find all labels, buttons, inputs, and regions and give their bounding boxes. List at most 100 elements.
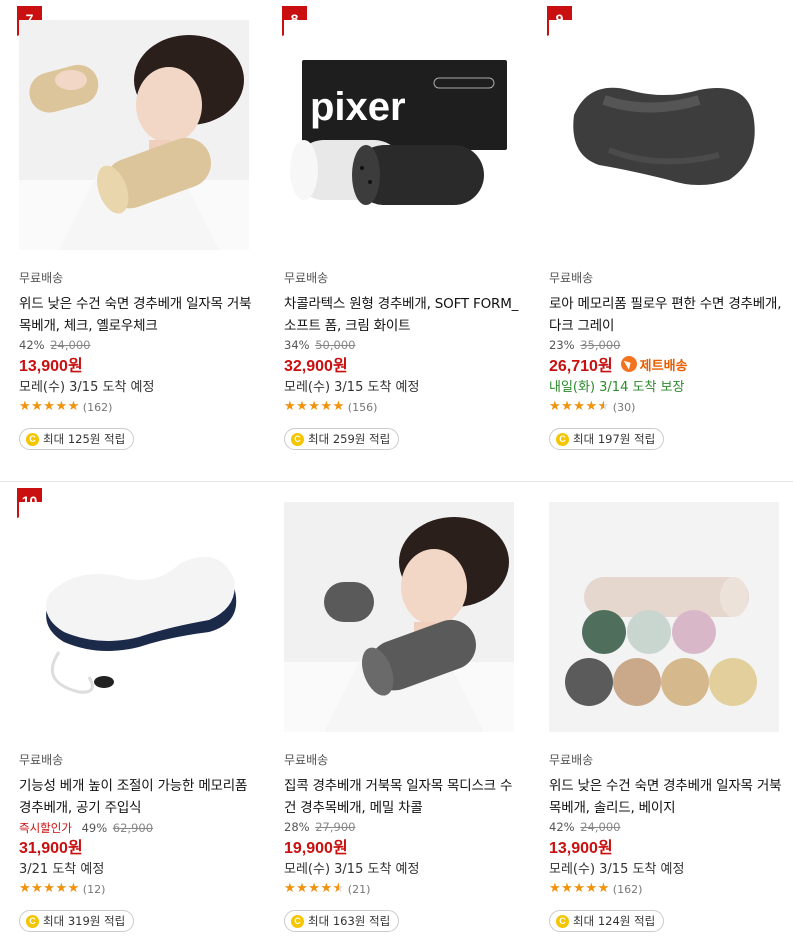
coin-icon: C [291, 432, 304, 446]
product-name[interactable]: 로아 메모리폼 필로우 편한 수면 경추베개, 다크 그레이 [549, 293, 789, 337]
discount-rate: 23% [549, 338, 575, 352]
reward-text: 최대 124원 적립 [573, 914, 656, 928]
jet-delivery-badge: 제트배송 [620, 355, 688, 374]
rating: ★★★★★ ★★★★★ (162) [549, 882, 642, 896]
reward-text: 최대 163원 적립 [308, 914, 391, 928]
delivery-estimate: 모레(수) 3/15 도착 예정 [284, 380, 420, 395]
product-image[interactable] [19, 20, 249, 250]
coin-icon: C [26, 914, 39, 928]
sale-price: 13,900원 [549, 834, 613, 858]
original-price: 62,900 [112, 821, 154, 835]
sale-price: 19,900원 [284, 834, 348, 858]
free-shipping-label: 무료배송 [284, 271, 329, 285]
delivery-estimate: 3/21 도착 예정 [19, 862, 105, 877]
product-image[interactable] [549, 20, 779, 250]
review-count: (12) [82, 882, 106, 896]
product-image[interactable] [284, 502, 514, 732]
product-name[interactable]: 기능성 베개 높이 조절이 가능한 메모리폼 경추베개, 공기 주입식 [19, 775, 259, 819]
delivery-estimate: 내일(화) 3/14 도착 보장 [549, 380, 685, 395]
instant-discount-label: 즉시할인가 [19, 821, 72, 835]
product-name[interactable]: 위드 낮은 수건 숙면 경추베개 일자목 거북목베개, 솔리드, 베이지 [549, 775, 789, 819]
delivery-estimate: 모레(수) 3/15 도착 예정 [284, 862, 420, 877]
reward-text: 최대 125원 적립 [43, 432, 126, 446]
original-price: 35,000 [580, 338, 621, 352]
delivery-estimate: 모레(수) 3/15 도착 예정 [549, 862, 685, 877]
product-name[interactable]: 차콜라텍스 원형 경추베개, SOFT FORM_소프트 폼, 크림 화이트 [284, 293, 524, 337]
product-card-2[interactable]: 8 pixer 무료배송 차콜라텍스 원형 경추베개, SOFT FORM_소프… [282, 0, 532, 465]
product-image[interactable]: pixer [284, 20, 514, 250]
reward-badge: C 최대 197원 적립 [549, 428, 665, 450]
coin-icon: C [291, 914, 304, 928]
review-count: (156) [347, 400, 378, 414]
star-rating-icon: ★★★★★ ★★★★★ [549, 881, 610, 896]
coin-icon: C [556, 914, 569, 928]
reward-text: 최대 259원 적립 [308, 432, 391, 446]
discount-rate: 34% [284, 338, 310, 352]
discount-rate: 49% [81, 821, 108, 835]
sale-price: 31,900원 [19, 834, 83, 858]
review-count: (162) [82, 400, 113, 414]
price-info: 42% 24,000 [19, 338, 90, 352]
rating: ★★★★★ ★★★★★ (30) [549, 400, 635, 414]
delivery-estimate: 모레(수) 3/15 도착 예정 [19, 380, 155, 395]
sale-price-value: 26,710원 [549, 358, 613, 375]
reward-text: 최대 197원 적립 [573, 432, 656, 446]
price-info: 34% 50,000 [284, 338, 355, 352]
sale-price-value: 13,900원 [19, 358, 83, 375]
reward-text: 최대 319원 적립 [43, 914, 126, 928]
free-shipping-label: 무료배송 [19, 271, 64, 285]
product-grid: 7 무료배송 위드 낮은 수건 숙면 경추베개 일자목 거북목베개, 체크, 옐… [0, 0, 793, 950]
sale-price: 13,900원 [19, 352, 83, 376]
reward-badge: C 최대 319원 적립 [19, 910, 135, 932]
reward-badge: C 최대 125원 적립 [19, 428, 135, 450]
free-shipping-label: 무료배송 [549, 753, 594, 767]
sale-price-value: 32,900원 [284, 358, 348, 375]
product-card-6[interactable]: 무료배송 위드 낮은 수건 숙면 경추베개 일자목 거북목베개, 솔리드, 베이… [547, 482, 793, 947]
rating: ★★★★★ ★★★★★ (156) [284, 400, 377, 414]
jet-delivery-label: 제트배송 [639, 357, 688, 373]
free-shipping-label: 무료배송 [19, 753, 64, 767]
review-count: (30) [612, 400, 636, 414]
original-price: 24,000 [50, 338, 91, 352]
product-card-5[interactable]: 무료배송 집콕 경추베개 거북목 일자목 목디스크 수건 경추목베개, 메밀 차… [282, 482, 532, 947]
star-rating-icon: ★★★★★ ★★★★★ [549, 399, 610, 414]
rating: ★★★★★ ★★★★★ (21) [284, 882, 370, 896]
product-name[interactable]: 위드 낮은 수건 숙면 경추베개 일자목 거북목베개, 체크, 옐로우체크 [19, 293, 259, 337]
star-rating-icon: ★★★★★ ★★★★★ [284, 399, 345, 414]
free-shipping-label: 무료배송 [549, 271, 594, 285]
sale-price-value: 31,900원 [19, 840, 83, 857]
product-card-3[interactable]: 9 무료배송 로아 메모리폼 필로우 편한 수면 경추베개, 다크 그레이 23… [547, 0, 793, 465]
sale-price-value: 13,900원 [549, 840, 613, 857]
discount-rate: 42% [19, 338, 45, 352]
star-rating-icon: ★★★★★ ★★★★★ [19, 881, 80, 896]
sale-price-value: 19,900원 [284, 840, 348, 857]
product-card-4[interactable]: 10 무료배송 기능성 베개 높이 조절이 가능한 메모리폼 경추베개, 공기 … [17, 482, 267, 947]
price-info: 42% 24,000 [549, 820, 620, 834]
price-info: 23% 35,000 [549, 338, 620, 352]
original-price: 50,000 [315, 338, 356, 352]
original-price: 27,900 [315, 820, 356, 834]
coin-icon: C [26, 432, 39, 446]
price-info: 28% 27,900 [284, 820, 355, 834]
product-image[interactable] [19, 502, 249, 732]
sale-price: 26,710원 제트배송 [549, 352, 688, 376]
free-shipping-label: 무료배송 [284, 753, 329, 767]
product-card-1[interactable]: 7 무료배송 위드 낮은 수건 숙면 경추베개 일자목 거북목베개, 체크, 옐… [17, 0, 267, 465]
star-rating-icon: ★★★★★ ★★★★★ [284, 881, 345, 896]
svg-text:pixer: pixer [310, 85, 406, 129]
discount-rate: 28% [284, 820, 310, 834]
product-name[interactable]: 집콕 경추베개 거북목 일자목 목디스크 수건 경추목베개, 메밀 차콜 [284, 775, 524, 819]
discount-rate: 42% [549, 820, 575, 834]
original-price: 24,000 [580, 820, 621, 834]
rocket-icon [620, 356, 637, 372]
product-image[interactable] [549, 502, 779, 732]
reward-badge: C 최대 163원 적립 [284, 910, 400, 932]
star-rating-icon: ★★★★★ ★★★★★ [19, 399, 80, 414]
rating: ★★★★★ ★★★★★ (12) [19, 882, 105, 896]
review-count: (21) [347, 882, 371, 896]
sale-price: 32,900원 [284, 352, 348, 376]
rating: ★★★★★ ★★★★★ (162) [19, 400, 112, 414]
reward-badge: C 최대 124원 적립 [549, 910, 665, 932]
review-count: (162) [612, 882, 643, 896]
reward-badge: C 최대 259원 적립 [284, 428, 400, 450]
